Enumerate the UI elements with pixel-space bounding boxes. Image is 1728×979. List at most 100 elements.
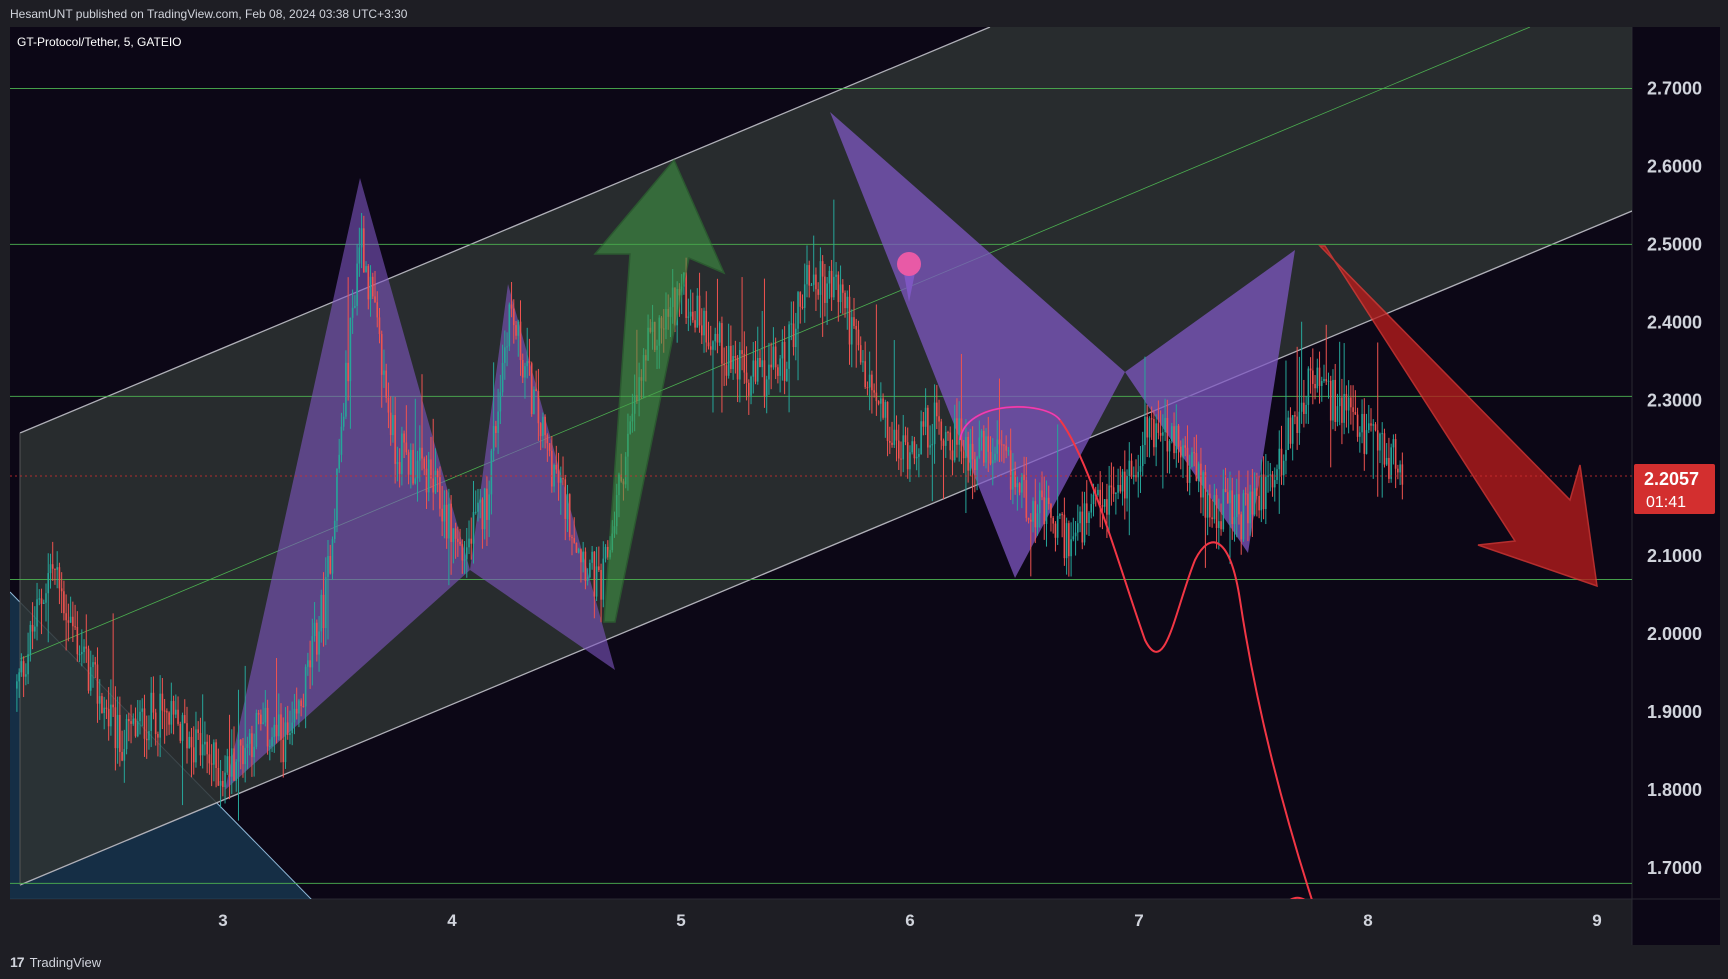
tradingview-logo[interactable]: 17 TradingView: [10, 954, 101, 970]
candle-body: [289, 732, 291, 736]
candle-body: [828, 270, 831, 284]
candle-body: [562, 478, 564, 480]
candle-body: [89, 667, 92, 691]
candle-body: [1146, 416, 1148, 438]
candle-body: [1376, 430, 1379, 451]
candle-body: [324, 576, 327, 629]
candle-body: [495, 426, 497, 433]
candle-body: [213, 742, 215, 765]
candle-body: [175, 709, 177, 715]
candle-body: [1334, 379, 1337, 422]
candle-body: [705, 310, 708, 343]
candle-body: [902, 435, 905, 460]
candle-body: [210, 763, 213, 765]
time-tick-label: 5: [676, 911, 685, 930]
time-tick-label: 4: [447, 911, 457, 930]
candle-body: [1397, 468, 1399, 473]
candle-body: [568, 494, 571, 537]
candle-body: [474, 511, 477, 513]
candle-body: [219, 780, 222, 786]
candle-body: [745, 372, 748, 383]
candle-body: [1115, 492, 1117, 494]
candle-body: [1177, 425, 1180, 447]
candle-body: [461, 544, 464, 561]
candle-body: [87, 648, 90, 691]
candle-body: [692, 311, 694, 321]
candle-body: [1047, 497, 1050, 505]
candle-body: [385, 370, 388, 398]
candle-body: [1224, 489, 1227, 493]
candle-body: [1137, 471, 1140, 478]
candle-body: [441, 508, 443, 522]
candle-body: [1282, 460, 1285, 476]
candle-body: [584, 551, 587, 581]
candle-body: [1332, 379, 1334, 421]
candle-body: [166, 711, 168, 713]
price-tick-label: 2.5000: [1647, 234, 1702, 254]
candle-body: [188, 736, 191, 749]
candle-body: [123, 749, 126, 761]
candle-body: [401, 433, 403, 474]
candle-body: [177, 709, 179, 724]
candle-body: [573, 538, 576, 543]
candle-body: [918, 454, 920, 457]
candle-body: [190, 736, 193, 748]
candle-body: [1347, 397, 1350, 411]
candle-body: [859, 345, 862, 363]
candle-body: [459, 541, 461, 545]
time-axis-labels: 3 4 5 6 7 8 9: [218, 911, 1601, 930]
candle-body: [1218, 521, 1220, 528]
candle-body: [846, 296, 849, 309]
candle-body: [1065, 523, 1068, 559]
candle-body: [1370, 423, 1372, 426]
candle-body: [940, 421, 943, 441]
candle-body: [1383, 433, 1386, 465]
candle-body: [298, 700, 300, 714]
candle-body: [1287, 417, 1290, 450]
candle-body: [179, 723, 182, 741]
candle-body: [551, 450, 553, 487]
candle-body: [1320, 381, 1323, 386]
candle-body: [83, 646, 85, 653]
candle-body: [94, 662, 97, 665]
candle-body: [533, 389, 535, 415]
candle-body: [1269, 474, 1272, 476]
candle-body: [864, 361, 866, 388]
candle-body: [700, 325, 703, 336]
candle-body: [329, 555, 332, 574]
candle-body: [1341, 397, 1343, 423]
candle-body: [1070, 539, 1072, 557]
candle-body: [897, 440, 900, 459]
candle-body: [1153, 419, 1155, 448]
candle-body: [709, 346, 712, 350]
candle-body: [712, 341, 714, 350]
candle-body: [425, 468, 428, 493]
candle-body: [725, 365, 728, 376]
candle-body: [237, 739, 240, 762]
candle-body: [1032, 501, 1034, 522]
candle-body: [938, 416, 940, 422]
candle-body: [837, 274, 840, 303]
candle-body: [172, 701, 175, 715]
candle-body: [1379, 433, 1381, 451]
candle-body: [1012, 471, 1014, 490]
candle-body: [22, 661, 25, 677]
candle-body: [1112, 487, 1115, 494]
candle-body: [1108, 485, 1110, 515]
price-tick-label: 2.1000: [1647, 546, 1702, 566]
candle-body: [1007, 450, 1010, 452]
candle-body: [741, 350, 743, 354]
candle-body: [38, 598, 41, 600]
candle-body: [714, 333, 717, 342]
candle-body: [42, 602, 45, 604]
candle-body: [1350, 397, 1352, 408]
candle-body: [909, 452, 911, 470]
candle-body: [1092, 494, 1095, 505]
candle-body: [871, 374, 873, 391]
candle-body: [868, 374, 871, 388]
price-chart[interactable]: GT-Protocol/Tether, 5, GATEIO 2.7000 2.60…: [0, 0, 1728, 979]
candle-body: [873, 390, 875, 393]
candle-body: [1061, 514, 1063, 516]
candle-body: [230, 748, 233, 777]
candle-body: [78, 654, 81, 656]
